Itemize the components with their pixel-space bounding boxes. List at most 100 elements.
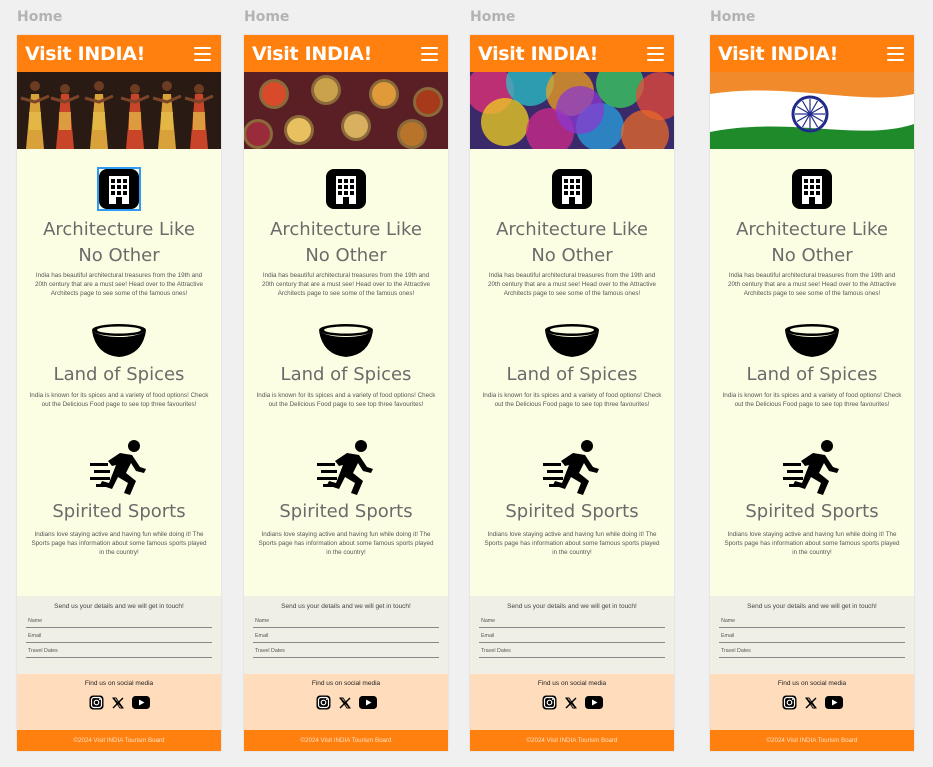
building-icon[interactable]: [790, 167, 834, 211]
x-icon[interactable]: [804, 697, 817, 709]
social-media-section: Find us on social media: [17, 674, 221, 730]
contact-form: Send us your details and we will get in …: [710, 596, 914, 674]
section-text: India is known for its spices and a vari…: [482, 392, 662, 408]
brand-logo[interactable]: Visit INDIA!: [252, 43, 372, 65]
section-title: Architecture Like: [43, 219, 195, 240]
youtube-icon[interactable]: [358, 696, 377, 709]
contact-form: Send us your details and we will get in …: [17, 596, 221, 674]
frame-label: Home: [244, 9, 290, 25]
hamburger-menu-icon[interactable]: [647, 46, 664, 61]
home-page-mockup: Visit INDIA! Architecture Like No Other Ind…: [470, 35, 674, 751]
travel-dates-field[interactable]: Travel Dates: [26, 643, 212, 658]
social-media-title: Find us on social media: [311, 680, 381, 687]
section-title: Spirited Sports: [279, 501, 413, 522]
building-icon[interactable]: [550, 167, 594, 211]
frame-label: Home: [17, 9, 63, 25]
x-icon[interactable]: [111, 697, 124, 709]
bowl-icon: [545, 324, 599, 357]
email-field[interactable]: Email: [26, 628, 212, 643]
youtube-icon[interactable]: [131, 696, 150, 709]
dancers-photo: [17, 72, 221, 149]
navbar: Visit INDIA!: [710, 35, 914, 72]
social-media-title: Find us on social media: [777, 680, 847, 687]
instagram-icon[interactable]: [782, 695, 797, 710]
section-title: Architecture Like: [270, 219, 422, 240]
section-title: No Other: [771, 245, 853, 266]
section-text: India has beautiful architectural treasu…: [487, 272, 656, 297]
travel-dates-field[interactable]: Travel Dates: [719, 643, 905, 658]
running-person-icon: [783, 440, 839, 495]
section-text: Indians love staying active and having f…: [724, 531, 900, 556]
architecture-section: Architecture Like No Other India has beaut…: [244, 149, 448, 298]
architecture-section: Architecture Like No Other India has beaut…: [470, 149, 674, 298]
spices-section: Land of Spices India is known for its spi…: [710, 298, 914, 409]
section-text: Indians love staying active and having f…: [258, 531, 434, 556]
x-icon[interactable]: [338, 697, 351, 709]
holi-colors-photo: [470, 72, 674, 149]
x-icon[interactable]: [564, 697, 577, 709]
hero-image: [710, 72, 914, 149]
email-field[interactable]: Email: [479, 628, 665, 643]
hamburger-menu-icon[interactable]: [194, 46, 211, 61]
section-title: Spirited Sports: [505, 501, 639, 522]
brand-logo[interactable]: Visit INDIA!: [718, 43, 838, 65]
navbar: Visit INDIA!: [244, 35, 448, 72]
footer: ©2024 Visit INDIA Tourism Board: [710, 730, 914, 751]
section-text: Indians love staying active and having f…: [484, 531, 660, 556]
instagram-icon[interactable]: [542, 695, 557, 710]
spices-photo: [244, 72, 448, 149]
home-page-mockup: Visit INDIA! Architecture Like No Other Ind…: [710, 35, 914, 751]
section-text: India is known for its spices and a vari…: [722, 392, 902, 408]
travel-dates-field[interactable]: Travel Dates: [253, 643, 439, 658]
footer: ©2024 Visit INDIA Tourism Board: [244, 730, 448, 751]
section-text: India has beautiful architectural treasu…: [261, 272, 430, 297]
youtube-icon[interactable]: [824, 696, 843, 709]
name-field[interactable]: Name: [479, 613, 665, 628]
email-field[interactable]: Email: [719, 628, 905, 643]
instagram-icon[interactable]: [89, 695, 104, 710]
name-field[interactable]: Name: [253, 613, 439, 628]
name-field[interactable]: Name: [719, 613, 905, 628]
instagram-icon[interactable]: [316, 695, 331, 710]
copyright-text: ©2024 Visit INDIA Tourism Board: [766, 737, 858, 744]
brand-logo[interactable]: Visit INDIA!: [25, 43, 145, 65]
section-text: India is known for its spices and a vari…: [256, 392, 436, 408]
section-title: No Other: [305, 245, 387, 266]
indian-flag-photo: [710, 72, 914, 149]
navbar: Visit INDIA!: [470, 35, 674, 72]
hamburger-menu-icon[interactable]: [887, 46, 904, 61]
spices-section: Land of Spices India is known for its spi…: [244, 298, 448, 409]
contact-form: Send us your details and we will get in …: [244, 596, 448, 674]
section-title: Land of Spices: [280, 364, 412, 385]
youtube-icon[interactable]: [584, 696, 603, 709]
bowl-icon: [319, 324, 373, 357]
social-media-section: Find us on social media: [710, 674, 914, 730]
footer: ©2024 Visit INDIA Tourism Board: [470, 730, 674, 751]
running-person-icon: [317, 440, 373, 495]
spices-section: Land of Spices India is known for its spi…: [470, 298, 674, 409]
section-text: India is known for its spices and a vari…: [29, 392, 209, 408]
bowl-icon: [92, 324, 146, 357]
home-page-mockup: Visit INDIA! Architecture Like No Other Ind…: [17, 35, 221, 751]
building-icon[interactable]: [324, 167, 368, 211]
travel-dates-field[interactable]: Travel Dates: [479, 643, 665, 658]
brand-logo[interactable]: Visit INDIA!: [478, 43, 598, 65]
building-icon[interactable]: [97, 167, 141, 211]
sports-section: Spirited Sports Indians love staying acti…: [17, 409, 221, 557]
section-text: Indians love staying active and having f…: [31, 531, 207, 556]
section-title: Land of Spices: [746, 364, 878, 385]
contact-form-title: Send us your details and we will get in …: [747, 603, 877, 610]
section-title: Land of Spices: [506, 364, 638, 385]
footer: ©2024 Visit INDIA Tourism Board: [17, 730, 221, 751]
section-title: No Other: [531, 245, 613, 266]
architecture-section: Architecture Like No Other India has beaut…: [710, 149, 914, 298]
name-field[interactable]: Name: [26, 613, 212, 628]
email-field[interactable]: Email: [253, 628, 439, 643]
bowl-icon: [785, 324, 839, 357]
navbar: Visit INDIA!: [17, 35, 221, 72]
contact-form: Send us your details and we will get in …: [470, 596, 674, 674]
section-text: India has beautiful architectural treasu…: [727, 272, 896, 297]
hamburger-menu-icon[interactable]: [421, 46, 438, 61]
section-text: India has beautiful architectural treasu…: [34, 272, 203, 297]
contact-form-title: Send us your details and we will get in …: [507, 603, 637, 610]
